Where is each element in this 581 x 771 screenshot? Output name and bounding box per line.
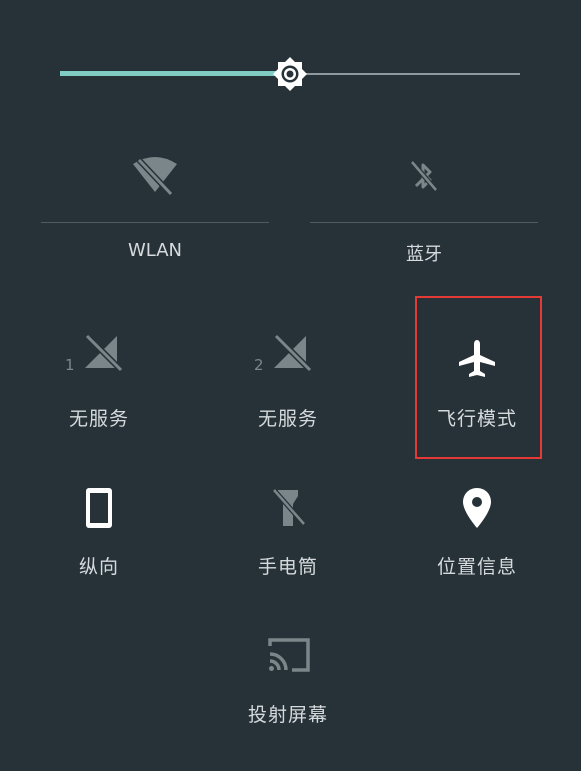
- bluetooth-divider: [310, 222, 538, 223]
- tile-location[interactable]: 位置信息: [397, 466, 557, 606]
- tile-flashlight[interactable]: 手电筒: [208, 466, 368, 606]
- wifi-off-icon: [131, 152, 179, 200]
- tile-cast-screen-label: 投射屏幕: [247, 704, 328, 726]
- phone-portrait-icon: [69, 476, 129, 536]
- flashlight-off-icon: [258, 476, 318, 536]
- brightness-thumb[interactable]: [272, 56, 308, 92]
- brightness-slider[interactable]: [60, 56, 520, 92]
- tile-cast-screen[interactable]: 投射屏幕: [208, 614, 368, 754]
- tile-bluetooth-label: 蓝牙: [406, 244, 442, 265]
- tile-bluetooth[interactable]: 蓝牙: [310, 140, 538, 280]
- tile-sim2-label: 无服务: [257, 408, 318, 430]
- bluetooth-off-icon: [400, 152, 448, 200]
- no-signal-icon: [258, 328, 318, 388]
- tile-wlan[interactable]: WLAN: [41, 140, 269, 280]
- brightness-sun-icon: [273, 57, 307, 91]
- tile-flashlight-label: 手电筒: [257, 556, 318, 578]
- tile-sim1[interactable]: 1 无服务: [19, 318, 179, 458]
- cast-icon: [258, 624, 318, 684]
- tile-location-label: 位置信息: [436, 556, 517, 578]
- sim1-badge: 1: [65, 356, 75, 374]
- brightness-fill: [60, 71, 290, 76]
- tile-wlan-label: WLAN: [127, 240, 183, 261]
- airplane-mode-highlight-box: [415, 296, 542, 459]
- tile-sim1-label: 无服务: [68, 408, 129, 430]
- sim2-badge: 2: [254, 356, 264, 374]
- wlan-divider: [41, 222, 269, 223]
- tile-sim2[interactable]: 2 无服务: [208, 318, 368, 458]
- no-signal-icon: [69, 328, 129, 388]
- quick-settings-panel: WLAN 蓝牙 1 无服务 2 无服务 飞行模式 纵向 手电筒 位置信息 投射屏…: [0, 0, 581, 771]
- tile-rotation[interactable]: 纵向: [19, 466, 179, 606]
- tile-rotation-label: 纵向: [78, 556, 119, 578]
- location-pin-icon: [447, 476, 507, 536]
